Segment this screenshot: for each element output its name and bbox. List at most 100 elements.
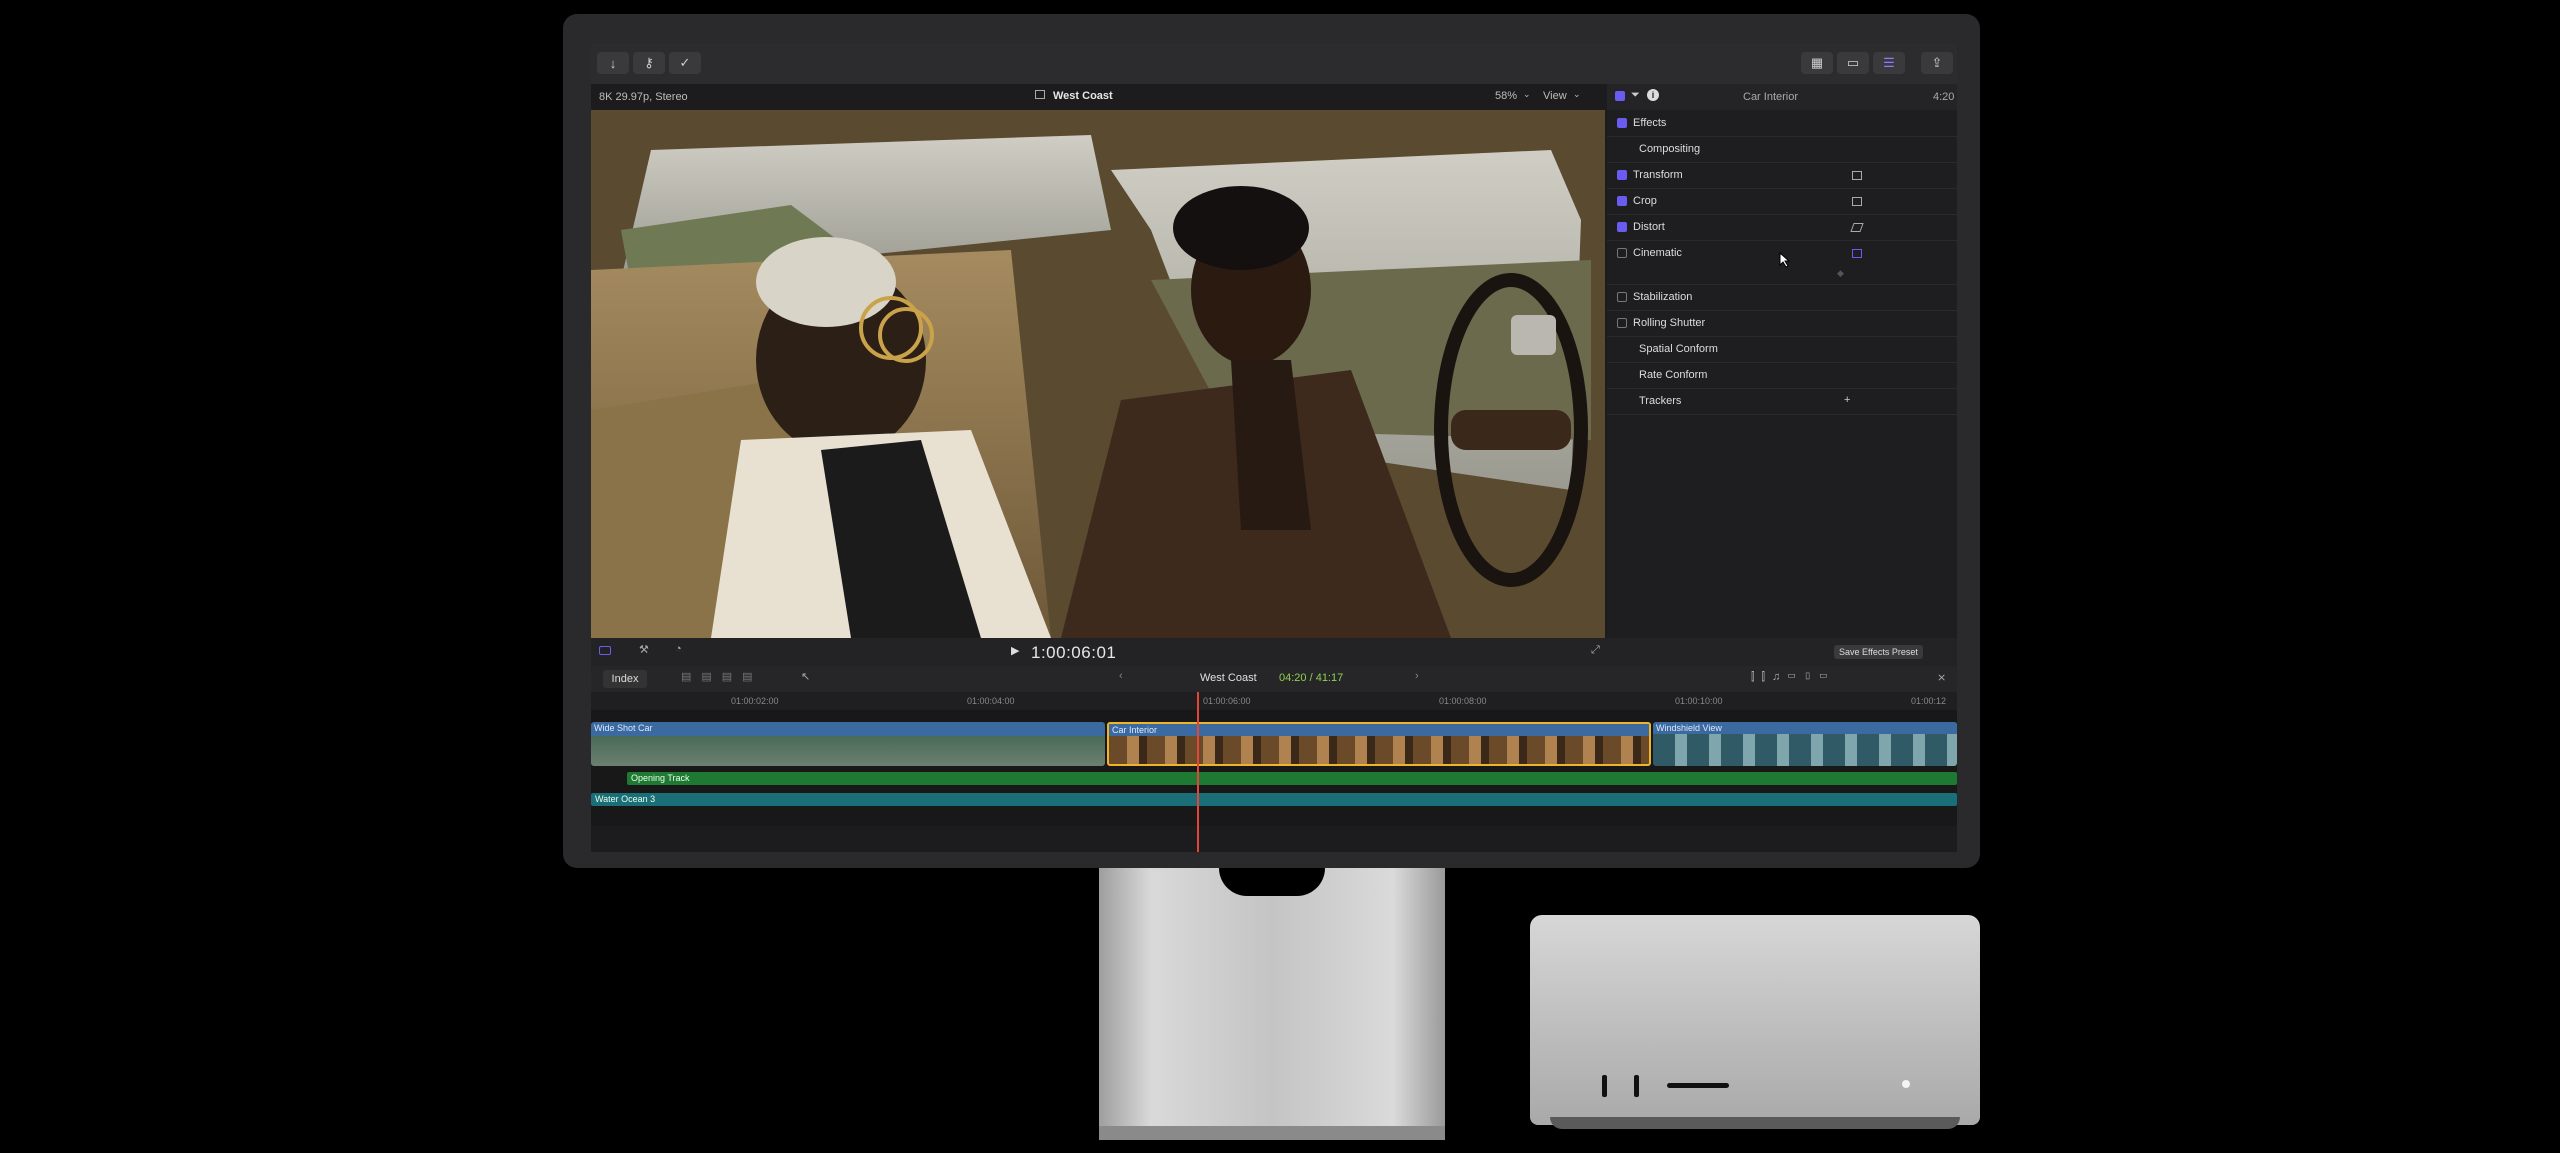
mouse-pointer-icon [1779,252,1791,268]
rolling-shutter-row[interactable]: Rolling Shutter [1607,310,1957,337]
compositing-label: Compositing [1639,143,1701,155]
ruler-tick: 01:00:08:00 [1439,696,1487,706]
import-button[interactable]: ↓ [597,52,629,74]
index-button[interactable]: Index [603,670,647,688]
inspector-clip-duration: 4:20 [1933,91,1955,103]
back-arrow-icon[interactable]: ‹ [1119,670,1123,682]
viewer-project-name: West Coast [1053,90,1113,102]
inspector-clip-name: Car Interior [1743,91,1799,103]
crop-checkbox[interactable] [1617,196,1627,206]
mac-studio-vent [1550,1117,1960,1129]
view-menu[interactable]: View [1543,90,1567,102]
cinematic-camera-icon[interactable] [1852,248,1862,258]
trackers-label: Trackers [1639,395,1682,407]
timeline-tracks[interactable]: Wide Shot Car Car Interior Windshield Vi… [591,710,1957,852]
clip-label: Car Interior [1112,725,1158,735]
distort-label: Distort [1633,221,1665,233]
top-toolbar: ↓ ⚷ ✓ ▦ ▭ ☰ ⇪ [591,44,1957,84]
cinematic-label: Cinematic [1633,247,1682,259]
crop-onscreen-icon[interactable] [1852,196,1862,206]
keyframe-diamond-icon: ◆ [1837,268,1844,278]
stand-base [1099,1126,1445,1140]
inspector-toggle[interactable]: ☰ [1873,52,1905,74]
viewer-video-frame[interactable] [591,110,1605,638]
timeline-ruler[interactable]: 01:00:02:00 01:00:04:00 01:00:06:00 01:0… [591,692,1957,710]
share-button[interactable]: ⇪ [1921,52,1953,74]
rate-conform-row[interactable]: Rate Conform [1607,362,1957,389]
info-icon[interactable]: i [1647,89,1659,101]
distort-checkbox[interactable] [1617,222,1627,232]
ruler-tick: 01:00:10:00 [1675,696,1723,706]
timeline-tools-icon[interactable]: ⫿⫿♫▭▯▭ [1751,671,1835,684]
zoom-menu[interactable]: 58% [1495,90,1517,102]
clip-windshield-view[interactable]: Windshield View [1653,722,1957,766]
retime-icon[interactable]: ◔ [675,643,682,655]
grid-icon: ▦ [1810,55,1824,70]
timeline-empty-area[interactable] [591,826,1957,852]
video-inspector-tab-icon[interactable] [1615,91,1625,101]
chevron-down-icon: ⌄ [1573,89,1581,99]
distort-onscreen-icon[interactable] [1850,222,1864,232]
fullscreen-icon[interactable]: ⤢ [1591,644,1600,657]
effects-row[interactable]: Effects [1607,110,1957,137]
timeline-icon: ▭ [1846,55,1860,70]
ruler-tick: 01:00:06:00 [1203,696,1251,706]
rolling-shutter-checkbox[interactable] [1617,318,1627,328]
play-icon[interactable]: ▶ [1011,644,1019,657]
audio-water-ocean-3[interactable]: Water Ocean 3 [591,793,1957,806]
timeline-toggle[interactable]: ▭ [1837,52,1869,74]
timeline-project-menu[interactable]: West Coast [1200,672,1257,684]
share-icon: ⇪ [1931,55,1943,70]
chevron-down-icon: ⌄ [1523,89,1531,99]
keyword-button[interactable]: ⚷ [633,52,665,74]
audio-opening-track[interactable]: Opening Track [627,772,1957,785]
browser-toggle[interactable]: ▦ [1801,52,1833,74]
rolling-shutter-label: Rolling Shutter [1633,317,1706,329]
video-camera-icon[interactable] [599,646,611,655]
background-tasks-button[interactable]: ✓ [669,52,701,74]
crop-row[interactable]: Crop [1607,188,1957,215]
stabilization-row[interactable]: Stabilization [1607,284,1957,311]
timeline-header: Index ▤▤▤▤ ↖ ‹ West Coast 04:20 / 41:17 … [591,666,1957,692]
distort-row[interactable]: Distort [1607,214,1957,241]
mac-studio [1530,915,1980,1129]
ruler-tick: 01:00:04:00 [967,696,1015,706]
close-timeline-icon[interactable]: ⨯ [1937,671,1946,684]
ruler-tick: 01:00:12 [1911,696,1947,706]
inspector-header: ⏷ i Car Interior 4:20 [1607,84,1957,110]
cinematic-checkbox[interactable] [1617,248,1627,258]
ruler-tick: 01:00:02:00 [731,696,779,706]
effects-checkbox[interactable] [1617,118,1627,128]
final-cut-pro-window: ↓ ⚷ ✓ ▦ ▭ ☰ ⇪ 8K 29.97p, Stereo West Coa… [591,44,1957,852]
forward-arrow-icon[interactable]: › [1415,670,1419,682]
stabilization-checkbox[interactable] [1617,292,1627,302]
transform-row[interactable]: Transform [1607,162,1957,189]
stand-hinge [1219,868,1325,896]
select-tool-icon[interactable]: ↖ [801,670,810,683]
viewer-header: 8K 29.97p, Stereo West Coast 58% ⌄ View … [591,84,1605,110]
sd-card-slot-icon [1667,1083,1729,1088]
compositing-row[interactable]: Compositing [1607,136,1957,163]
spatial-conform-row[interactable]: Spatial Conform [1607,336,1957,363]
timecode-display[interactable]: 1:00:06:01 [1031,643,1116,663]
trackers-row[interactable]: Trackers + [1607,388,1957,415]
studio-display: ↓ ⚷ ✓ ▦ ▭ ☰ ⇪ 8K 29.97p, Stereo West Coa… [563,14,1980,868]
clip-label: Windshield View [1656,723,1722,733]
edit-buttons-icon[interactable]: ▤▤▤▤ [681,670,763,683]
transform-tools-icon[interactable]: ⚒ [639,643,649,656]
inspector-icon: ☰ [1883,55,1895,70]
clip-car-interior[interactable]: Car Interior [1107,722,1651,766]
format-info: 8K 29.97p, Stereo [599,91,688,103]
effects-label: Effects [1633,117,1667,129]
clip-wide-shot-car[interactable]: Wide Shot Car [591,722,1105,766]
playhead[interactable] [1197,692,1199,852]
stabilization-label: Stabilization [1633,291,1693,303]
add-tracker-button[interactable]: + [1844,394,1850,406]
save-effects-preset-button[interactable]: Save Effects Preset [1834,645,1923,659]
display-stand [1099,868,1445,1140]
key-icon: ⚷ [644,55,654,70]
filter-icon[interactable]: ⏷ [1631,89,1640,102]
transform-checkbox[interactable] [1617,170,1627,180]
video-frame-image [591,110,1605,638]
transform-onscreen-icon[interactable] [1852,170,1862,180]
